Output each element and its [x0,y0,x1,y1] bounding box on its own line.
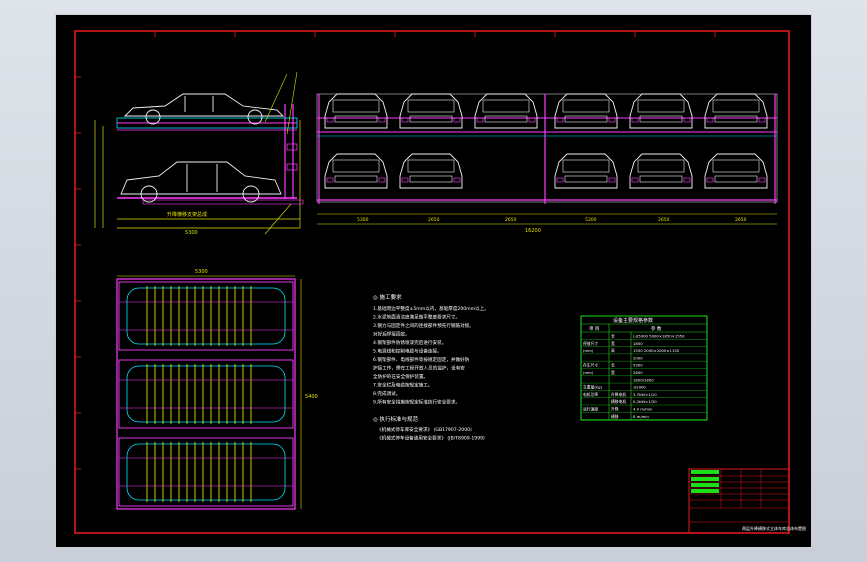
notes-title: ◎ 施工要求 [373,293,402,301]
spec-cell: 运行速度 [583,407,598,412]
spec-cell: 宽 [611,341,615,346]
spec-table-title: 设备主要规格参数 [613,317,653,324]
side-dim-label: 5300 [185,230,198,236]
spec-cell: (mm) [583,370,594,375]
spec-cell: 宽 [611,370,615,375]
spec-cell: 2600 [633,370,643,375]
spec-cell: 2000 [633,355,643,360]
spec-cell: 4.0 m/min [633,407,653,412]
standard-line: 《机械式停车库安全要求》 (GB17907-2000) [377,426,472,433]
car-front-outline [554,93,618,129]
elevation-annotation: 升降横移支架总成 [167,211,207,218]
car-front-outline [474,93,538,129]
car-front-outline [629,93,693,129]
plan-depth-dim: 5400 [305,394,318,400]
side-elevation-view: 升降横移支架总成 5300 [94,71,304,236]
title-block-name: 两层升降横移式立体车库总体布置图 [742,525,806,531]
plan-width-dim: 5300 [195,269,208,275]
front-car-group [324,93,768,189]
front-axis-dim: 2650 [428,217,440,223]
car-front-outline [324,93,388,129]
front-elevation-view: 5300 2650 2650 5300 2650 2650 16200 [316,93,778,234]
spec-header-value: 参 数 [651,325,662,332]
plan-bay [118,281,294,351]
front-dimension-labels: 5300 2650 2650 5300 2650 2650 [357,217,747,223]
plan-view: 5300 5400 [116,269,318,510]
spec-cell: 高 [611,348,615,353]
spec-cell: 1550 2000×2000×1150 [633,348,680,353]
spec-cell: 1800/1800 [633,377,654,382]
note-line: 对好后焊接固定。 [373,331,410,338]
spec-cell: 升降电机 [611,392,626,397]
front-axis-dim: 2650 [735,217,747,223]
car-front-outline [399,153,463,189]
note-line: 护接工作，需在工程开放人员的监护，设有安 [373,365,465,372]
drawing-viewport[interactable]: 升降横移支架总成 5300 5300 2650 2650 5300 2650 2650 1… [55,14,812,548]
spec-table: 设备主要规格参数 项 目 参 数 长 L≤5000 5000×1850×1550 停… [580,315,708,421]
note-line: 5.电源线和控制电缆与设备连接。 [373,348,442,355]
spec-cell: 长 [611,363,615,368]
plan-bays [118,281,294,507]
plan-bay [118,359,294,429]
car-front-outline [629,153,693,189]
note-line: 1.基础周边平整度±5mm以内，基础厚度200mm以上。 [373,305,489,312]
spec-header-item: 项 目 [589,326,599,332]
spec-cell: 0.2kW×1/30 [633,399,657,404]
note-line: 7.安全栏及电缆按规定施工。 [373,382,433,389]
car-front-outline [324,153,388,189]
spec-cell: 升降 [611,407,619,412]
spec-cell: 车重量(kg) [583,385,602,390]
spec-cell: 长 [611,334,615,339]
spec-cell: L≤5000 5000×1850×1550 [633,334,685,339]
car-front-outline [704,93,768,129]
spec-cell: 横移电机 [611,399,626,404]
standard-line: 《机械式停车设备通用安全要求》 (JB/T8909-1999) [377,435,485,442]
front-axis-dim: 5300 [585,217,597,223]
spec-cell: (mm) [583,348,594,353]
note-line: 3.钢力与固定件之间的连接部件预先行钢筋对接。 [373,322,474,329]
standards-title: ◎ 执行标准与规范 [373,415,419,423]
note-line: 9.所有安全措施按规定标准执行安全要求。 [373,399,460,406]
car-front-outline [554,153,618,189]
note-line: 6.钢架部件、电线部件等按规定固定，并做好防 [373,356,470,363]
spec-cell: ≤2000 [633,385,646,390]
plan-bay [118,437,294,507]
front-axis-dim: 2650 [658,217,670,223]
cad-drawing: 升降横移支架总成 5300 5300 2650 2650 5300 2650 2650 1… [55,14,812,548]
spec-cell: 5300 [633,363,643,368]
spec-cell: 停放尺寸 [583,341,598,346]
note-line: 全防护的在安全保护装置。 [373,373,428,380]
front-axis-dim: 2650 [505,217,517,223]
car-front-outline [399,93,463,129]
note-line: 8.完成调试。 [373,390,400,397]
front-total-dim: 16200 [525,228,541,234]
car-front-outline [704,153,768,189]
spec-cell: 横移 [611,414,619,419]
spec-cell: 存车尺寸 [583,363,598,368]
note-line: 4.钢架部件防锈喷漆完后进行安装。 [373,339,446,346]
spec-cell: 3.7kW×1/10 [633,392,657,397]
spec-cell: 1850 [633,341,643,346]
spec-cell: 电机功率 [583,392,598,397]
spec-cell: 8 m/min [633,414,649,419]
construction-notes: ◎ 施工要求 1.基础周边平整度±5mm以内，基础厚度200mm以上。 2.水泥地… [373,293,489,442]
front-axis-dim: 5300 [357,217,369,223]
note-line: 2.水泥地面清洁度满足做平整度要求尺寸。 [373,314,460,321]
